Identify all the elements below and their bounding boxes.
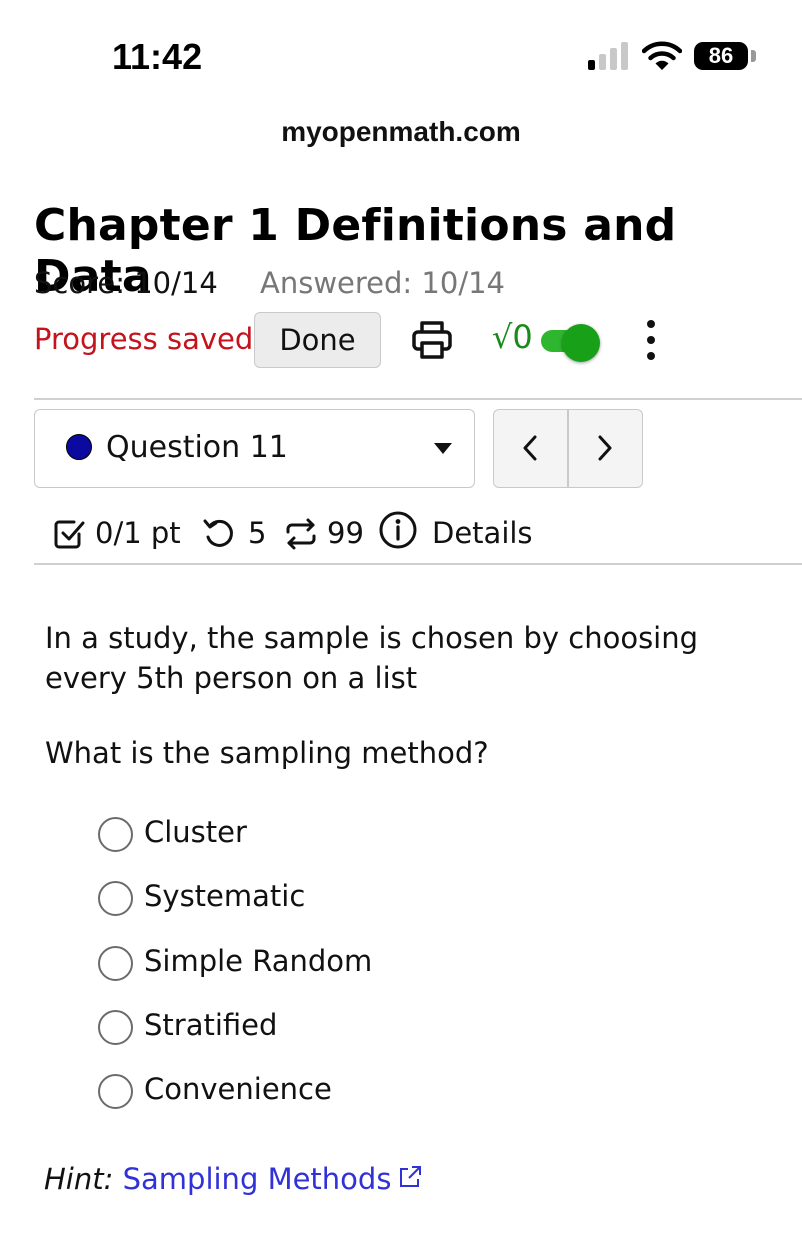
radio-button[interactable] [98,1074,133,1109]
battery-icon: 86 [694,42,748,70]
option-label[interactable]: Simple Random [144,944,372,978]
attempts-repeat-icon [286,518,316,550]
option-label[interactable]: Systematic [144,879,305,913]
math-entry-label: √0 [492,318,533,356]
cellular-signal-icon [588,42,632,70]
question-text: In a study, the sample is chosen by choo… [45,621,699,695]
hint-label: Hint: [44,1162,114,1196]
question-prompt: What is the sampling method? [45,736,489,770]
radio-button[interactable] [98,946,133,981]
divider [34,563,802,565]
divider [34,398,802,400]
details-link[interactable]: Details [432,516,533,550]
previous-question-button[interactable] [494,410,566,487]
next-question-button[interactable] [569,410,641,487]
print-icon[interactable] [410,318,454,362]
info-icon[interactable] [378,510,418,550]
question-status-dot [66,434,92,460]
dropdown-caret-icon [434,443,452,454]
done-button[interactable]: Done [254,312,381,368]
answered-text: Answered: 10/14 [260,266,505,300]
more-options-icon[interactable] [645,320,657,360]
wifi-icon [642,41,682,70]
attempts-value: 99 [327,516,364,550]
radio-button[interactable] [98,1010,133,1045]
radio-button[interactable] [98,817,133,852]
status-time: 11:42 [112,36,203,77]
points-value: 0/1 pt [95,516,181,550]
browser-url[interactable]: myopenmath.com [0,116,802,148]
retries-value: 5 [248,516,267,550]
external-link-icon[interactable] [397,1164,423,1190]
hint: Hint: Sampling Methods [44,1162,423,1196]
chevron-right-icon [598,435,612,460]
progress-status: Progress saved [34,322,254,356]
question-select-label: Question 11 [106,430,288,465]
checkbox-points-icon [54,520,85,549]
radio-button[interactable] [98,881,133,916]
hint-link[interactable]: Sampling Methods [123,1162,392,1196]
chevron-left-icon [523,435,537,460]
retry-icon [203,519,233,547]
option-label[interactable]: Convenience [144,1072,332,1106]
score-text: Score: 10/14 [34,266,218,300]
toggle-knob[interactable] [562,324,600,362]
option-label[interactable]: Cluster [144,815,247,849]
battery-cap [751,50,756,62]
option-label[interactable]: Stratified [144,1008,277,1042]
